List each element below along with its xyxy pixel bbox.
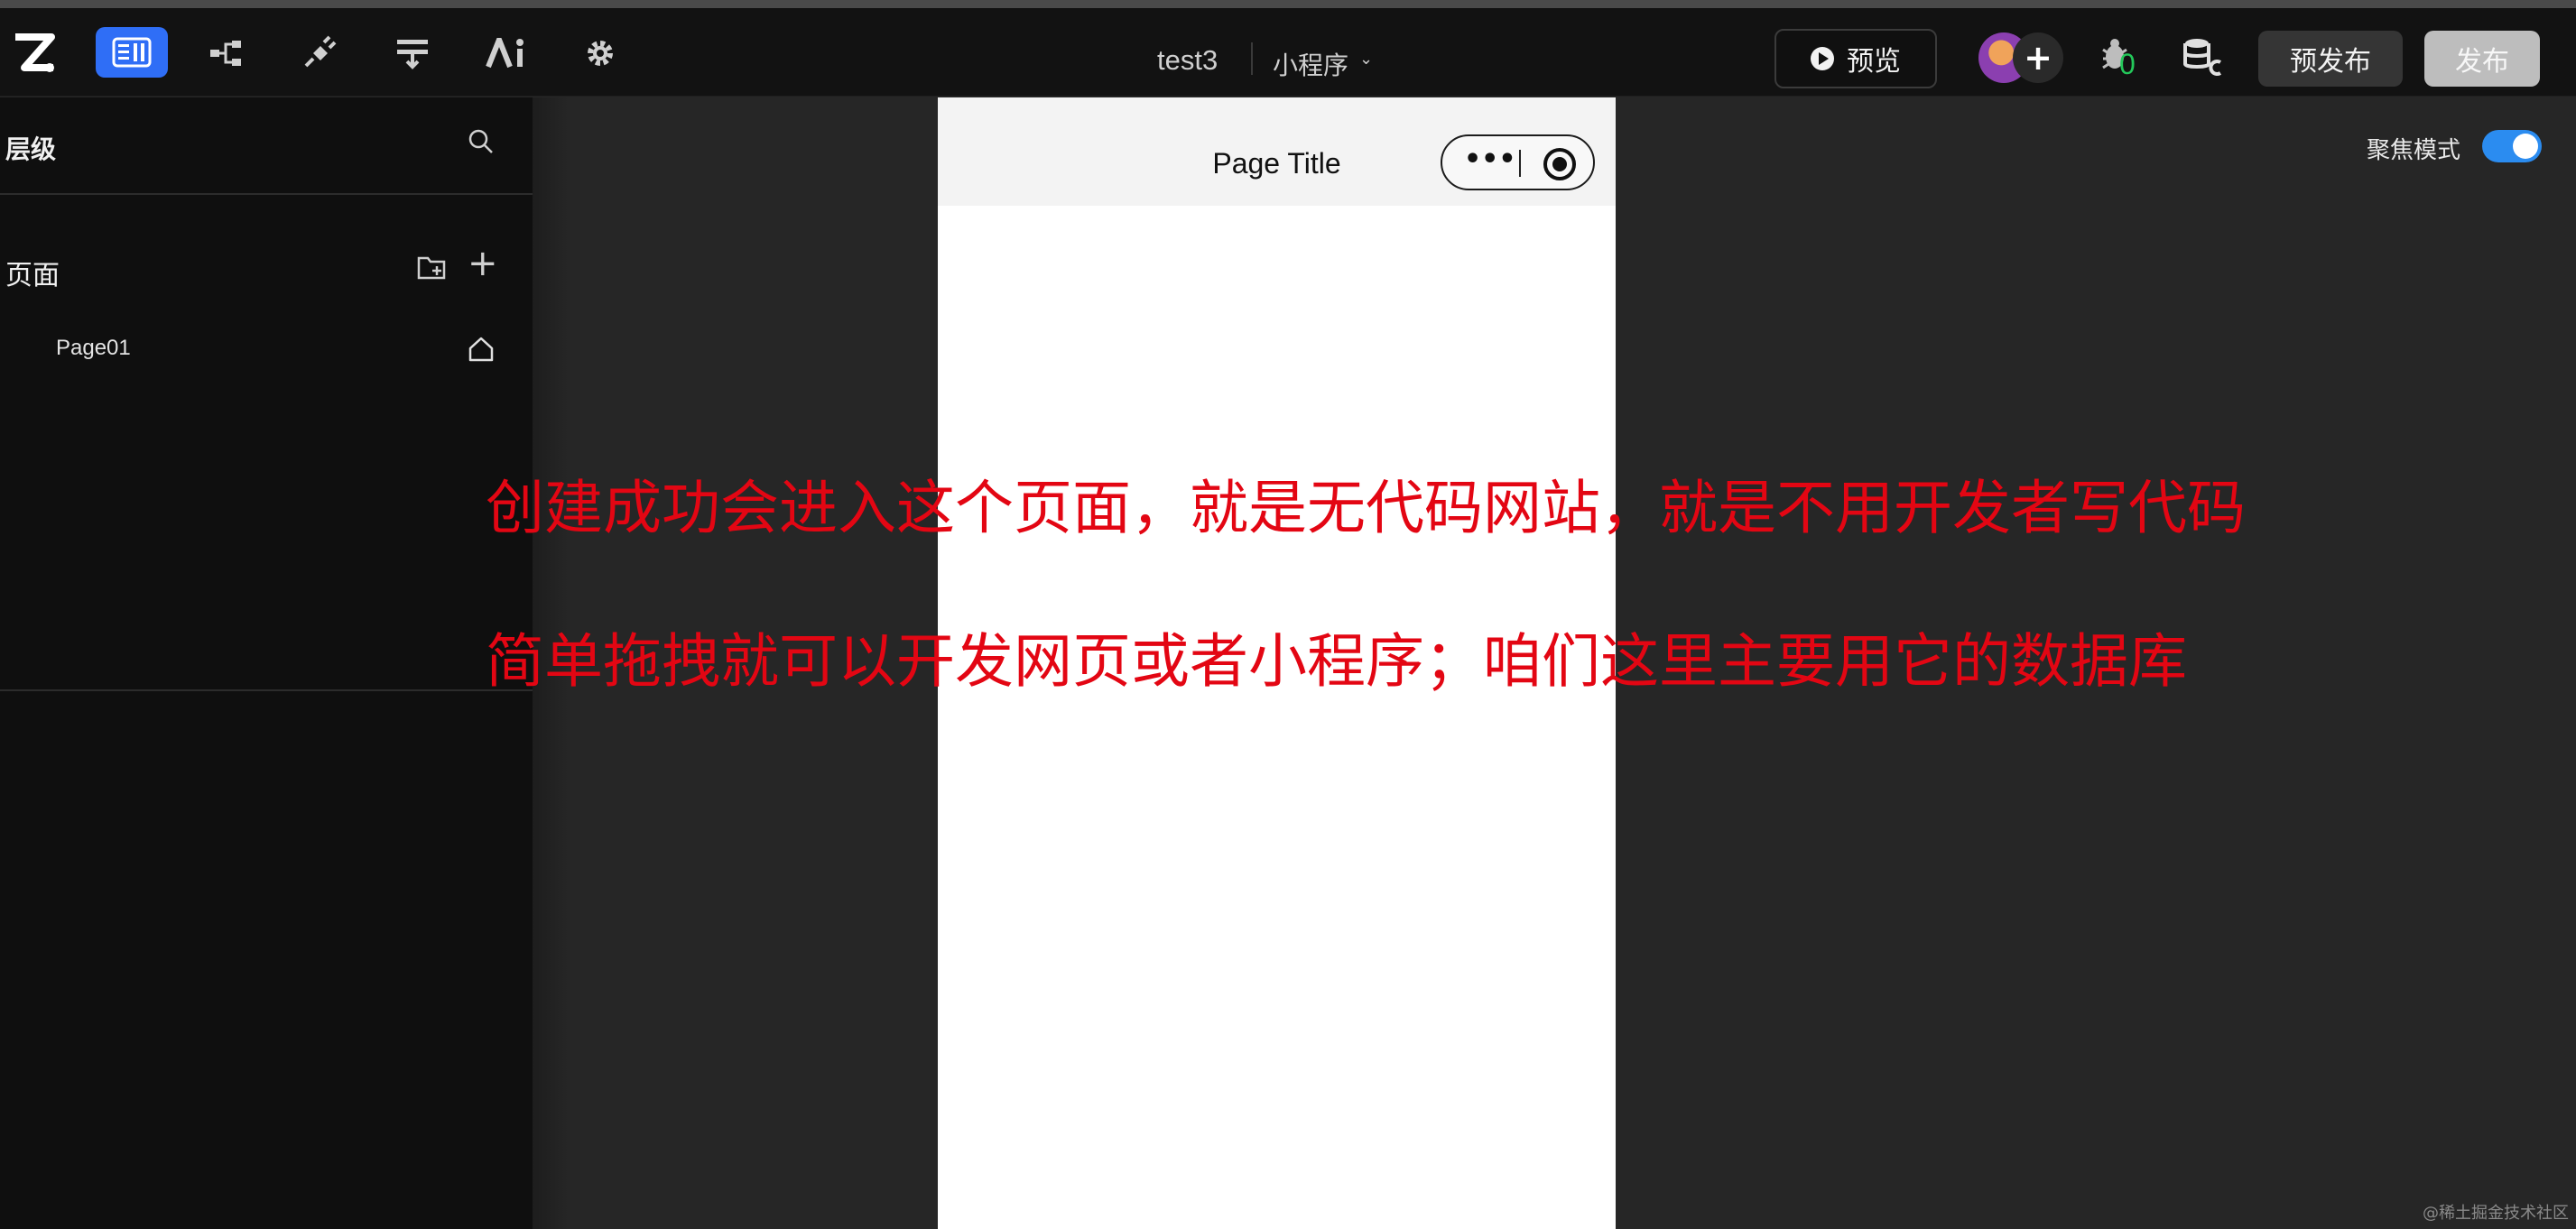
logo-icon[interactable] <box>4 26 67 80</box>
tree-icon[interactable] <box>195 26 258 80</box>
watermark: @稀土掘金技术社区 <box>2423 1204 2569 1223</box>
database-icon[interactable] <box>2182 37 2224 80</box>
panel-title: 层级 <box>5 134 57 164</box>
panel-divider <box>0 193 533 195</box>
panel-divider <box>0 689 533 691</box>
project-name: test3 <box>1157 44 1219 76</box>
add-folder-icon[interactable] <box>417 254 448 285</box>
play-icon <box>1811 47 1834 70</box>
phone-nav-bar: Page Title ••• <box>938 97 1616 206</box>
annotation-line-1: 创建成功会进入这个页面，就是无代码网站，就是不用开发者写代码 <box>486 475 2247 542</box>
pages-section-title: 页面 <box>5 260 60 291</box>
focus-mode-toggle[interactable] <box>2482 130 2542 162</box>
more-icon[interactable]: ••• <box>1464 143 1516 175</box>
prepublish-button[interactable]: 预发布 <box>2258 31 2403 87</box>
add-member-button[interactable]: + <box>2013 32 2063 83</box>
layers-panel: 层级 页面 + Page01 <box>0 97 533 1229</box>
plugin-icon[interactable] <box>287 26 350 80</box>
miniapp-capsule[interactable]: ••• <box>1441 134 1595 190</box>
window-top-strip <box>0 0 2576 8</box>
publish-button[interactable]: 发布 <box>2424 31 2540 87</box>
chevron-down-icon[interactable]: ⌄ <box>1359 50 1373 69</box>
bug-count-badge: 0 <box>2119 48 2136 80</box>
project-divider <box>1251 42 1253 75</box>
preview-label: 预览 <box>1847 46 1901 78</box>
top-toolbar: test3 小程序 ⌄ 预览 + 0 预发布 发布 <box>0 8 2576 97</box>
add-page-button[interactable]: + <box>468 245 498 282</box>
preview-button[interactable]: 预览 <box>1774 29 1937 88</box>
search-icon[interactable] <box>468 128 495 159</box>
ai-icon[interactable] <box>475 26 538 80</box>
focus-mode-label: 聚焦模式 <box>2367 137 2461 164</box>
filter-icon[interactable] <box>381 26 444 80</box>
annotation-line-2: 简单拖拽就可以开发网页或者小程序；咱们这里主要用它的数据库 <box>486 628 2188 696</box>
capsule-divider <box>1519 150 1521 177</box>
close-miniapp-icon[interactable] <box>1543 148 1576 180</box>
home-icon[interactable] <box>468 336 495 366</box>
gear-icon[interactable] <box>569 26 632 80</box>
project-type-dropdown[interactable]: 小程序 <box>1273 46 1348 82</box>
layout-icon[interactable] <box>96 27 168 78</box>
page-list-item[interactable]: Page01 <box>56 336 131 361</box>
